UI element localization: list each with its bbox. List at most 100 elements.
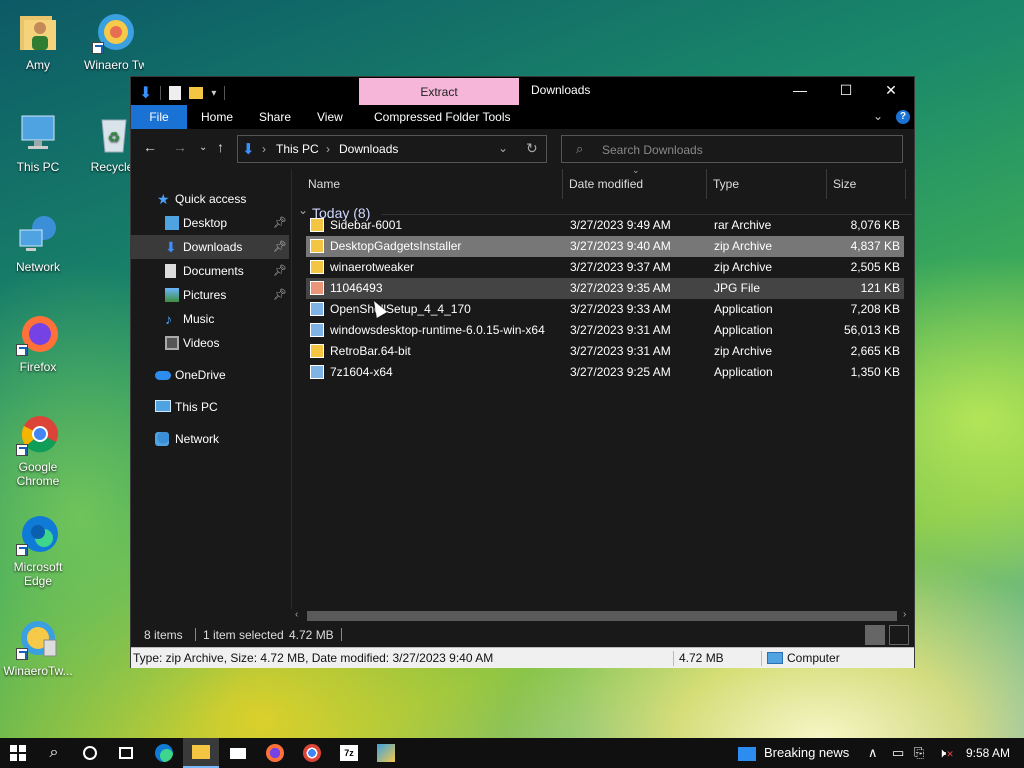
clock[interactable]: 9:58 AM <box>966 738 1010 768</box>
pin-icon[interactable]: 📌︎ <box>273 235 287 259</box>
taskbar-firefox[interactable] <box>257 738 293 768</box>
show-hidden-icons-chevron-icon[interactable]: ∧ <box>868 738 878 768</box>
extract-context-tab[interactable]: Extract <box>359 78 519 106</box>
quick-access-toolbar: ⬇ ▾ <box>139 83 226 103</box>
pin-icon[interactable]: 📌︎ <box>273 283 287 307</box>
file-row[interactable]: DesktopGadgetsInstaller 3/27/2023 9:40 AM… <box>306 236 904 257</box>
close-button[interactable]: ✕ <box>868 77 914 105</box>
scroll-right-icon[interactable]: › <box>903 609 906 620</box>
nav-documents[interactable]: Documents 📌︎ <box>131 259 289 283</box>
expand-ribbon-icon[interactable]: ⌄ <box>873 109 883 123</box>
file-type: Application <box>714 302 773 316</box>
file-row[interactable]: Sidebar-6001 3/27/2023 9:49 AM rar Archive… <box>306 215 904 236</box>
scroll-left-icon[interactable]: ‹ <box>295 609 298 620</box>
start-button[interactable] <box>0 738 36 768</box>
maximize-button[interactable]: ☐ <box>823 77 869 105</box>
nav-desktop[interactable]: Desktop 📌︎ <box>131 211 289 235</box>
search-box[interactable]: ⌕ Search Downloads <box>561 135 903 163</box>
desktop-icon-chrome[interactable]: Google Chrome <box>0 412 76 488</box>
breadcrumb-separator-icon[interactable]: › <box>262 142 266 156</box>
desktop-icon-firefox[interactable]: Firefox <box>0 312 76 374</box>
breadcrumb-downloads[interactable]: Downloads <box>339 142 398 156</box>
desktop-icon-winaerotweaker[interactable]: WinaeroTw... <box>0 616 76 678</box>
file-name: winaerotweaker <box>330 260 415 274</box>
column-header-name[interactable]: Name <box>308 169 340 199</box>
nav-onedrive[interactable]: OneDrive <box>131 363 289 387</box>
nav-this-pc[interactable]: This PC <box>131 395 289 419</box>
application-icon <box>310 323 324 337</box>
nav-network[interactable]: Network <box>131 427 289 451</box>
window-title: Downloads <box>531 83 591 97</box>
task-view-button[interactable] <box>108 738 144 768</box>
nav-music[interactable]: ♪ Music <box>131 307 289 331</box>
help-icon[interactable]: ? <box>896 110 910 124</box>
forward-button[interactable]: → <box>173 139 187 155</box>
7zip-icon: 7z <box>340 745 358 761</box>
desktop-icon-this-pc[interactable]: This PC <box>0 112 76 174</box>
download-arrow-icon[interactable]: ⬇ <box>139 83 152 103</box>
application-icon <box>310 365 324 379</box>
file-row[interactable]: windowsdesktop-runtime-6.0.15-win-x64 3/2… <box>306 320 904 341</box>
title-bar[interactable]: ⬇ ▾ Extract Downloads — ☐ ✕ <box>131 77 914 106</box>
taskbar: ⌕ 7z Breaking news ∧ ▭ ⎘ 🕨︎✕ 9:58 AM <box>0 738 1024 768</box>
file-row[interactable]: 11046493 3/27/2023 9:35 AM JPG File 121 KB <box>306 278 904 299</box>
pin-icon[interactable]: 📌︎ <box>273 211 287 235</box>
videos-icon <box>165 336 179 350</box>
taskbar-mail[interactable] <box>220 738 256 768</box>
desktop-icon-winaero-tweak[interactable]: Winaero Tweak <box>76 10 152 72</box>
column-header-size[interactable]: Size <box>833 169 856 199</box>
volume-muted-icon[interactable]: 🕨︎✕ <box>938 738 954 768</box>
refresh-icon[interactable]: ↻ <box>526 140 538 157</box>
cortana-button[interactable] <box>72 738 108 768</box>
breadcrumb-separator-icon[interactable]: › <box>326 142 330 156</box>
chevron-down-icon[interactable]: ▾ <box>211 88 216 99</box>
nav-quick-access[interactable]: ★ Quick access <box>131 187 289 211</box>
taskbar-7zip[interactable]: 7z <box>331 738 367 768</box>
scrollbar-thumb[interactable] <box>307 611 897 621</box>
column-header-date[interactable]: Date modified <box>569 169 643 199</box>
address-dropdown-icon[interactable]: ⌄ <box>498 141 508 155</box>
back-button[interactable]: ← <box>143 139 157 155</box>
taskbar-winaero[interactable] <box>368 738 404 768</box>
nav-videos[interactable]: Videos <box>131 331 289 355</box>
up-button[interactable]: ↑ <box>217 139 224 155</box>
desktop-icon-edge[interactable]: Microsoft Edge <box>0 512 76 588</box>
meet-now-icon[interactable]: ▭ <box>892 738 904 768</box>
network-status-icon[interactable]: ⎘ <box>914 738 924 768</box>
news-widget[interactable]: Breaking news <box>738 738 849 768</box>
breadcrumb-this-pc[interactable]: This PC <box>276 142 319 156</box>
file-row[interactable]: 7z1604-x64 3/27/2023 9:25 AM Application 1,… <box>306 362 904 383</box>
tab-home[interactable]: Home <box>189 105 245 129</box>
firefox-icon <box>266 744 284 762</box>
new-folder-icon[interactable] <box>189 87 204 99</box>
desktop-icon-network[interactable]: Network <box>0 212 76 274</box>
nav-downloads[interactable]: ⬇ Downloads 📌︎ <box>131 235 289 259</box>
pin-icon[interactable]: 📌︎ <box>273 259 287 283</box>
tab-compressed-folder-tools[interactable]: Compressed Folder Tools <box>362 105 523 129</box>
tab-share[interactable]: Share <box>247 105 303 129</box>
file-row[interactable]: winaerotweaker 3/27/2023 9:37 AM zip Archi… <box>306 257 904 278</box>
search-button[interactable]: ⌕ <box>36 738 72 768</box>
properties-icon[interactable] <box>169 86 182 100</box>
file-row[interactable]: RetroBar.64-bit 3/27/2023 9:31 AM zip Arch… <box>306 341 904 362</box>
music-icon: ♪ <box>165 311 172 327</box>
file-type: zip Archive <box>714 344 773 358</box>
explorer-window[interactable]: ⬇ ▾ Extract Downloads — ☐ ✕ File Home Sh… <box>130 76 915 668</box>
tab-view[interactable]: View <box>305 105 355 129</box>
recent-locations-icon[interactable]: ⌄ <box>199 142 207 153</box>
desktop-icon-amy[interactable]: Amy <box>0 10 76 72</box>
details-view-button[interactable] <box>865 625 885 645</box>
file-size: 7,208 KB <box>850 302 900 316</box>
address-bar[interactable]: ⬇ › This PC › Downloads ⌄ ↻ <box>237 135 547 163</box>
taskbar-chrome[interactable] <box>294 738 330 768</box>
column-header-type[interactable]: Type <box>713 169 739 199</box>
taskbar-edge[interactable] <box>146 738 182 768</box>
nav-pictures[interactable]: Pictures 📌︎ <box>131 283 289 307</box>
file-type: Application <box>714 323 773 337</box>
taskbar-file-explorer[interactable] <box>183 738 219 768</box>
large-icons-view-button[interactable] <box>889 625 909 645</box>
file-row[interactable]: OpenShellSetup_4_4_170 3/27/2023 9:33 AM A… <box>306 299 904 320</box>
tab-file[interactable]: File <box>131 105 187 129</box>
minimize-button[interactable]: — <box>777 77 823 105</box>
horizontal-scrollbar[interactable]: ‹ › <box>291 609 914 623</box>
